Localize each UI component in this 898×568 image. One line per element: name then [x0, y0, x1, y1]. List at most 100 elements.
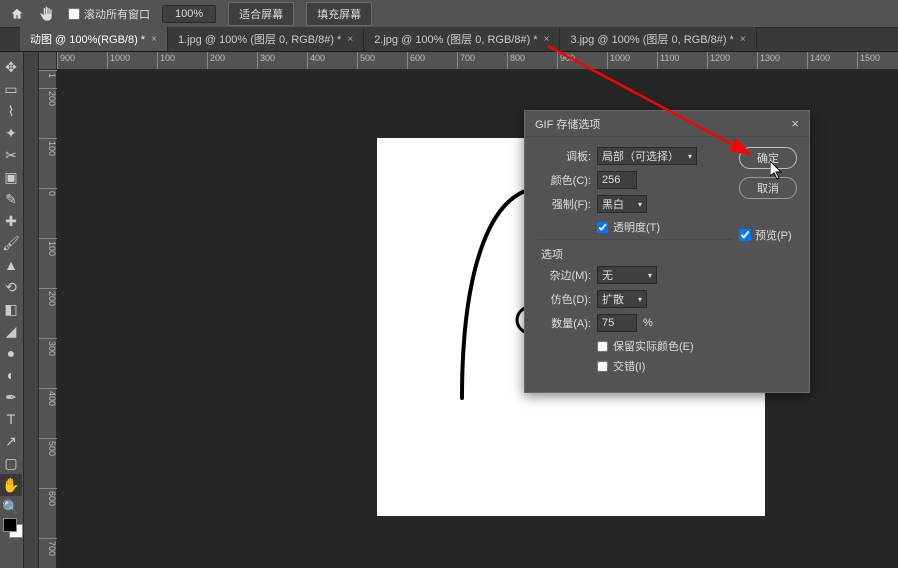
- blur-tool-icon[interactable]: ●: [0, 342, 22, 364]
- move-tool-icon[interactable]: ✥: [0, 56, 22, 78]
- tab-label: 1.jpg @ 100% (图层 0, RGB/8#) *: [178, 31, 341, 47]
- crop-tool-icon[interactable]: ✂: [0, 144, 22, 166]
- document-tab[interactable]: 2.jpg @ 100% (图层 0, RGB/8#) * ×: [364, 27, 560, 51]
- amount-label: 数量(A):: [537, 315, 591, 331]
- ruler-tick: 400: [39, 388, 57, 406]
- fit-screen-button[interactable]: 适合屏幕: [228, 2, 294, 26]
- forced-select[interactable]: 黑白▾: [597, 195, 647, 213]
- document-tab[interactable]: 1.jpg @ 100% (图层 0, RGB/8#) * ×: [168, 27, 364, 51]
- ruler-tick: 200: [39, 88, 57, 106]
- close-icon[interactable]: ×: [151, 34, 157, 45]
- ruler-tick: 900: [557, 52, 575, 70]
- ruler-tick: 100: [39, 138, 57, 156]
- interlace-label: 交错(I): [613, 358, 645, 374]
- ruler-tick: 1500: [857, 52, 880, 70]
- stamp-tool-icon[interactable]: ▲: [0, 254, 22, 276]
- pen-tool-icon[interactable]: ✒: [0, 386, 22, 408]
- options-section-label: 选项: [541, 246, 733, 262]
- amount-input[interactable]: [597, 314, 637, 332]
- tab-label: 动图 @ 100%(RGB/8) *: [30, 31, 145, 47]
- chevron-down-icon: ▾: [638, 200, 642, 209]
- ruler-tick: 300: [39, 338, 57, 356]
- foreground-color[interactable]: [3, 518, 17, 532]
- hand-tool-icon[interactable]: ✋: [0, 474, 22, 496]
- ruler-tick: 1000: [107, 52, 130, 70]
- toolbox-secondary: [24, 52, 39, 568]
- ruler-tick: 1400: [807, 52, 830, 70]
- document-tab[interactable]: 动图 @ 100%(RGB/8) * ×: [20, 27, 168, 51]
- dither-select[interactable]: 扩散▾: [597, 290, 647, 308]
- toolbox: ✥ ▭ ⌇ ✦ ✂ ▣ ✎ ✚ 🖌 ▲ ⟲ ◧ ◢ ● ◐ ✒ T ↗ ▢ ✋ …: [0, 52, 24, 568]
- tab-label: 2.jpg @ 100% (图层 0, RGB/8#) *: [374, 31, 537, 47]
- ruler-horizontal: 900 1000 100 200 300 400 500 600 700 800…: [57, 52, 898, 70]
- colors-label: 颜色(C):: [537, 172, 591, 188]
- ruler-tick: 400: [307, 52, 325, 70]
- eyedropper-tool-icon[interactable]: ✎: [0, 188, 22, 210]
- close-icon[interactable]: ×: [740, 34, 746, 45]
- ruler-tick: 900: [57, 52, 75, 70]
- palette-select[interactable]: 局部（可选择）▾: [597, 147, 697, 165]
- close-icon[interactable]: ×: [791, 116, 799, 131]
- ruler-tick: 300: [257, 52, 275, 70]
- colors-input[interactable]: [597, 171, 637, 189]
- amount-unit: %: [643, 317, 653, 329]
- ok-button[interactable]: 确定: [739, 147, 797, 169]
- history-brush-icon[interactable]: ⟲: [0, 276, 22, 298]
- chevron-down-icon: ▾: [688, 152, 692, 161]
- ruler-tick: 100: [39, 238, 57, 256]
- home-icon[interactable]: [8, 5, 26, 23]
- ruler-vertical: 1 200 100 0 100 200 300 400 500 600 700: [39, 70, 57, 568]
- transparency-label: 透明度(T): [613, 219, 660, 235]
- dialog-titlebar[interactable]: GIF 存储选项 ×: [525, 111, 809, 137]
- chevron-down-icon: ▾: [648, 271, 652, 280]
- frame-tool-icon[interactable]: ▣: [0, 166, 22, 188]
- options-bar: 滚动所有窗口 100% 适合屏幕 填充屏幕: [0, 0, 898, 28]
- zoom-level[interactable]: 100%: [162, 5, 216, 23]
- brush-tool-icon[interactable]: 🖌: [0, 232, 22, 254]
- scroll-all-windows-checkbox[interactable]: 滚动所有窗口: [68, 6, 150, 22]
- preview-checkbox[interactable]: 预览(P): [739, 227, 797, 243]
- ruler-tick: 1000: [607, 52, 630, 70]
- close-icon[interactable]: ×: [347, 34, 353, 45]
- close-icon[interactable]: ×: [544, 34, 550, 45]
- ruler-tick: 1: [39, 70, 57, 78]
- gif-save-options-dialog: GIF 存储选项 × 调板: 局部（可选择）▾ 颜色(C): 强制(F): 黑白…: [524, 110, 810, 393]
- color-swatches[interactable]: [3, 518, 21, 538]
- ruler-tick: 500: [39, 438, 57, 456]
- zoom-tool-icon[interactable]: 🔍: [0, 496, 22, 518]
- hand-tool-icon[interactable]: [38, 5, 56, 23]
- fill-screen-button[interactable]: 填充屏幕: [306, 2, 372, 26]
- cancel-button[interactable]: 取消: [739, 177, 797, 199]
- shape-tool-icon[interactable]: ▢: [0, 452, 22, 474]
- ruler-tick: 200: [39, 288, 57, 306]
- ruler-tick: 1300: [757, 52, 780, 70]
- ruler-tick: 500: [357, 52, 375, 70]
- path-tool-icon[interactable]: ↗: [0, 430, 22, 452]
- ruler-corner: [39, 52, 57, 70]
- forced-label: 强制(F):: [537, 196, 591, 212]
- dither-label: 仿色(D):: [537, 291, 591, 307]
- preserve-colors-checkbox[interactable]: 保留实际颜色(E): [597, 338, 733, 354]
- heal-tool-icon[interactable]: ✚: [0, 210, 22, 232]
- ruler-tick: 700: [457, 52, 475, 70]
- marquee-tool-icon[interactable]: ▭: [0, 78, 22, 100]
- dialog-title: GIF 存储选项: [535, 116, 600, 132]
- ruler-tick: 1100: [657, 52, 679, 70]
- ruler-tick: 600: [39, 488, 57, 506]
- matte-select[interactable]: 无▾: [597, 266, 657, 284]
- document-tab-bar: 动图 @ 100%(RGB/8) * × 1.jpg @ 100% (图层 0,…: [0, 28, 898, 52]
- wand-tool-icon[interactable]: ✦: [0, 122, 22, 144]
- preview-label: 预览(P): [755, 227, 792, 243]
- gradient-tool-icon[interactable]: ◢: [0, 320, 22, 342]
- matte-label: 杂边(M):: [537, 267, 591, 283]
- lasso-tool-icon[interactable]: ⌇: [0, 100, 22, 122]
- ruler-tick: 100: [157, 52, 175, 70]
- interlace-checkbox[interactable]: 交错(I): [597, 358, 733, 374]
- dodge-tool-icon[interactable]: ◐: [0, 364, 22, 386]
- type-tool-icon[interactable]: T: [0, 408, 22, 430]
- scroll-all-windows-label: 滚动所有窗口: [84, 6, 150, 22]
- document-tab[interactable]: 3.jpg @ 100% (图层 0, RGB/8#) * ×: [560, 27, 756, 51]
- transparency-checkbox[interactable]: 透明度(T): [597, 219, 733, 235]
- eraser-tool-icon[interactable]: ◧: [0, 298, 22, 320]
- ruler-tick: 700: [39, 538, 57, 556]
